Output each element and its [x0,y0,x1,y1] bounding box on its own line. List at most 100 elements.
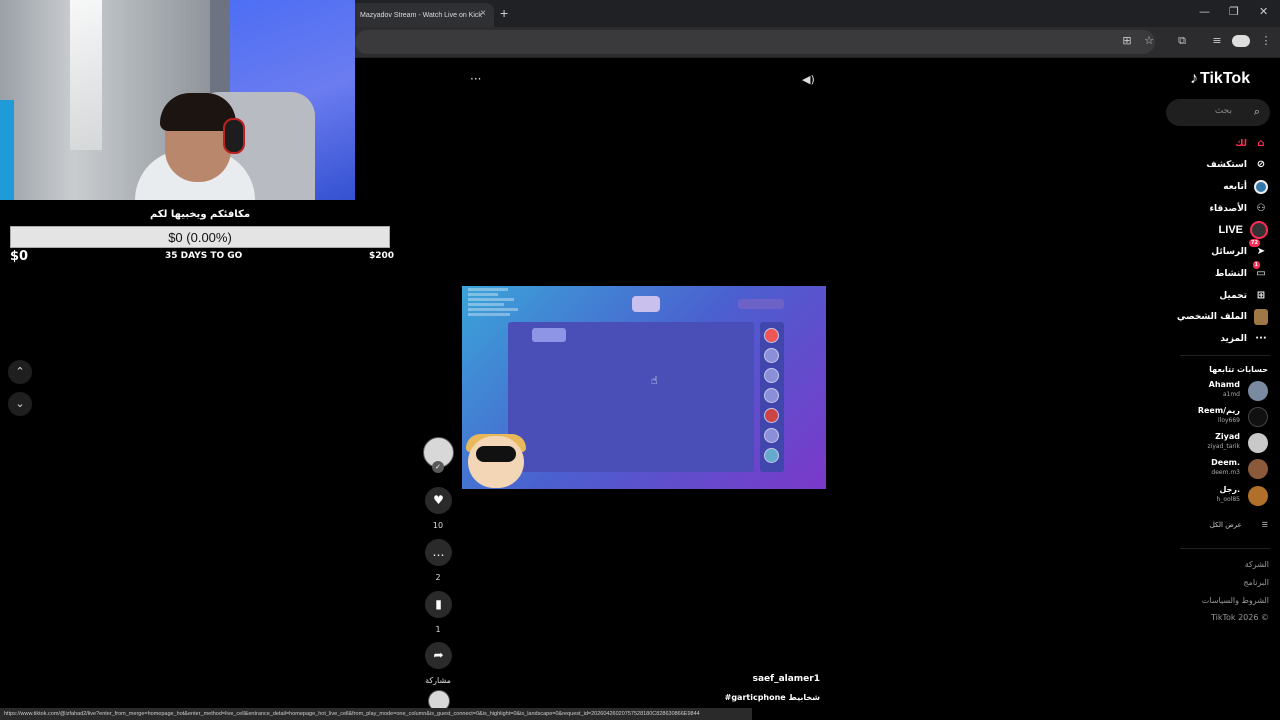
more-options-icon[interactable]: ··· [470,72,481,86]
bookmark-count: 1 [435,625,441,634]
account-handle: deem.m3 [1211,469,1240,476]
goal-max-label: $200 [369,251,395,261]
tiktok-logo-text: TikTok [1200,70,1251,87]
activity-icon: ▭ [1256,268,1266,279]
video-game-canvas [508,322,754,472]
sidebar-item-label: LIVE [1218,224,1243,236]
friends-icon: ⚇ [1256,203,1266,214]
comment-count: 2 [435,573,441,582]
sidebar-item-friends[interactable]: الأصدقاء ⚇ [1209,200,1268,218]
search-icon: ⌕ [1253,105,1260,118]
like-count: 10 [432,521,444,530]
following-account[interactable]: Reem/ريم lloy669 [1168,406,1268,428]
video-game-logo [632,296,660,312]
restore-button[interactable]: ❐ [1229,5,1239,18]
sidebar-item-explore[interactable]: استكشف ⊘ [1206,156,1268,174]
account-handle: h_ool85 [1216,496,1240,503]
account-name: Reem/ريم [1197,406,1240,415]
sidebar-item-following[interactable]: أتابعه [1223,178,1268,196]
messages-icon: ➤ [1256,246,1266,257]
sidebar-item-label: لك [1235,139,1247,149]
following-account[interactable]: Ziyad ziyad_tarik [1168,432,1268,454]
sidebar-item-label: الرسائل [1211,247,1247,257]
sidebar-item-more[interactable]: المزيد ··· [1220,330,1268,348]
sidebar-item-label: الأصدقاء [1209,204,1247,214]
sidebar-item-profile[interactable]: الملف الشخصي [1177,308,1268,326]
live-icon [1250,221,1268,239]
search-input[interactable]: بحث ⌕ [1166,99,1270,126]
minimize-button[interactable]: — [1199,5,1210,18]
avatar [1248,486,1268,506]
sidebar-divider [1180,355,1270,356]
caption-hashtags[interactable]: #garticphone شخابيط [700,693,820,702]
sidebar-item-label: النشاط [1214,269,1247,279]
video-game-button [738,299,784,309]
share-label: مشاركة [425,676,451,685]
volume-icon[interactable]: ◀) [802,73,815,86]
sidebar-item-label: الملف الشخصي [1176,312,1247,322]
tiktok-logo[interactable]: ♪ TikTok [1190,70,1250,88]
video-player[interactable]: ☝ [462,286,826,489]
goal-title: مكافئكم ويخبيها لكم [149,209,251,220]
video-game-chip [532,328,566,342]
sidebar-item-activity[interactable]: النشاط ▭ 1 [1214,261,1268,283]
following-accounts-title: حسابات تتابعها [1209,365,1268,374]
account-handle: ziyad_tarik [1207,443,1241,450]
comment-button[interactable]: … [425,539,452,566]
following-account[interactable]: رجل. h_ool85 [1168,485,1268,507]
tab-title: Mazyadov Stream - Watch Live on Kick [360,11,482,19]
sidebar-item-messages[interactable]: الرسائل ➤ 72 [1211,239,1268,261]
footer-link-program[interactable]: البرنامج [1243,578,1269,587]
account-handle: a1md [1222,391,1240,398]
home-icon: ⌂ [1257,138,1265,149]
menu-icon[interactable]: ⋮ [1259,34,1273,48]
translate-icon[interactable]: ⊞ [1120,34,1134,48]
cursor-icon: ☝ [651,374,658,387]
footer-link-terms[interactable]: الشروط والسياسات [1202,596,1269,605]
avatar [1248,381,1268,401]
browser-tab[interactable]: Mazyadov Stream - Watch Live on Kick × [350,3,494,27]
messages-badge: 72 [1249,239,1260,247]
goal-days-left: 35 DAYS TO GO [165,251,243,261]
bookmark-button[interactable]: ▮ [425,591,452,618]
media-icon[interactable]: ≡ [1210,34,1224,48]
star-icon[interactable]: ☆ [1142,34,1156,48]
video-character-hair [476,446,516,462]
sidebar-item-label: استكشف [1206,160,1247,170]
next-video-button[interactable]: ⌄ [8,392,32,416]
webcam-light [70,0,102,150]
new-tab-button[interactable]: + [500,5,508,21]
profile-avatar[interactable] [1232,35,1250,47]
divider [355,57,1280,58]
more-icon: ··· [1255,333,1267,344]
following-icon [1254,180,1268,194]
sidebar-item-label: أتابعه [1223,182,1247,192]
video-player-list [760,322,784,472]
omnibox[interactable] [355,30,1155,54]
webcam-headset [223,118,245,154]
tiktok-note-icon: ♪ [1190,70,1198,87]
see-all-link[interactable]: عرض الكل ☰ [1210,521,1268,529]
tab-close-icon[interactable]: × [480,8,486,19]
like-button[interactable]: ♥ [425,487,452,514]
following-account[interactable]: Deem. deem.m3 [1168,458,1268,480]
caption-username[interactable]: saef_alamer1 [700,674,820,684]
close-window-button[interactable]: ✕ [1259,5,1268,18]
following-account[interactable]: Ahamd a1md [1168,380,1268,402]
footer-link-company[interactable]: الشركة [1245,560,1269,569]
activity-badge: 1 [1252,261,1260,269]
extensions-icon[interactable]: ⧉ [1175,34,1189,48]
follow-badge-icon[interactable]: ✓ [432,461,444,473]
search-placeholder: بحث [1214,106,1232,116]
previous-video-button[interactable]: ⌃ [8,360,32,384]
status-url: https://www.tiktok.com/@izfahad2/live?en… [0,708,752,720]
sidebar-item-upload[interactable]: تحميل ⊞ [1219,287,1268,305]
sidebar-item-label: تحميل [1219,291,1247,301]
webcam-overlay [0,0,355,200]
footer-copyright: TikTok 2026 © [1211,613,1269,622]
sidebar-item-live[interactable]: LIVE [1219,221,1268,239]
sidebar-item-for-you[interactable]: لك ⌂ [1235,135,1268,153]
account-name: رجل. [1219,485,1240,494]
share-button[interactable]: ➦ [425,642,452,669]
avatar [1248,407,1268,427]
